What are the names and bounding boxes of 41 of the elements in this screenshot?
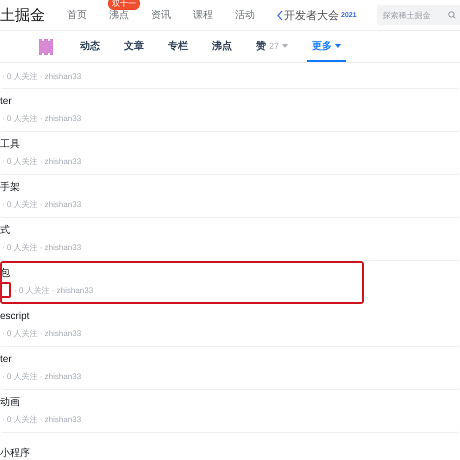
tag-row[interactable]: 式 · 0 人关注 · zhishan33 — [0, 218, 460, 261]
tag-meta: · 0 人关注 · zhishan33 — [2, 72, 82, 82]
tag-title[interactable]: escript — [0, 311, 460, 323]
tag-meta: · 0 人关注 · zhishan33 — [2, 415, 82, 425]
tag-title[interactable]: 手架 — [0, 182, 460, 194]
tag-row[interactable]: 动画 · 0 人关注 · zhishan33 — [0, 390, 460, 433]
tag-meta: · 0 人关注 · zhishan33 — [2, 329, 82, 339]
profile-tab[interactable]: 沸点 — [207, 31, 237, 62]
tag-title[interactable]: ter — [0, 96, 460, 108]
nav-link[interactable]: 活动 — [235, 8, 255, 22]
profile-tab[interactable]: 动态 — [75, 31, 105, 62]
tag-row[interactable]: escript · 0 人关注 · zhishan33 — [0, 304, 460, 347]
profile-tab[interactable]: 专栏 — [163, 31, 193, 62]
profile-tab[interactable]: 文章 — [119, 31, 149, 62]
nav-link[interactable]: 课程 — [193, 8, 213, 22]
tag-row[interactable]: ter · 0 人关注 · zhishan33 — [0, 89, 460, 132]
tag-title[interactable]: 动画 — [0, 397, 460, 409]
nav-link[interactable]: 沸点 — [109, 8, 129, 22]
tag-meta: · 0 人关注 · zhishan33 — [2, 200, 82, 210]
tag-title[interactable]: 式 — [0, 225, 460, 237]
tag-title[interactable]: 工具 — [0, 139, 460, 151]
tag-row[interactable]: 手架 · 0 人关注 · zhishan33 — [0, 175, 460, 218]
tag-row[interactable]: 工具 · 0 人关注 · zhishan33 — [0, 132, 460, 175]
tag-meta: · 0 人关注 · zhishan33 — [14, 286, 94, 296]
tag-meta: · 0 人关注 · zhishan33 — [2, 243, 82, 253]
highlight-mark — [0, 282, 11, 298]
profile-tab[interactable]: 赞 27 — [251, 31, 294, 62]
search-field[interactable]: 探索稀土掘金 — [376, 5, 460, 25]
tag-meta: · 0 人关注 · zhishan33 — [2, 372, 82, 382]
avatar-icon[interactable] — [37, 38, 55, 56]
tag-title[interactable]: 小程序 — [0, 448, 460, 460]
search-icon — [448, 11, 456, 19]
tag-meta: · 0 人关注 · zhishan33 — [2, 114, 82, 124]
site-logo[interactable]: 土掘金 — [0, 6, 45, 24]
tag-row[interactable]: 小程序 — [0, 433, 460, 460]
tag-row[interactable]: ter · 0 人关注 · zhishan33 — [0, 347, 460, 390]
nav-link[interactable]: 首页 — [67, 8, 87, 22]
nav-link[interactable]: 资讯 — [151, 8, 171, 22]
event-link[interactable]: 开发者大会 $^{2021}$ — [277, 8, 357, 22]
tag-meta: · 0 人关注 · zhishan33 — [2, 157, 82, 167]
tag-title[interactable]: ter — [0, 354, 460, 366]
